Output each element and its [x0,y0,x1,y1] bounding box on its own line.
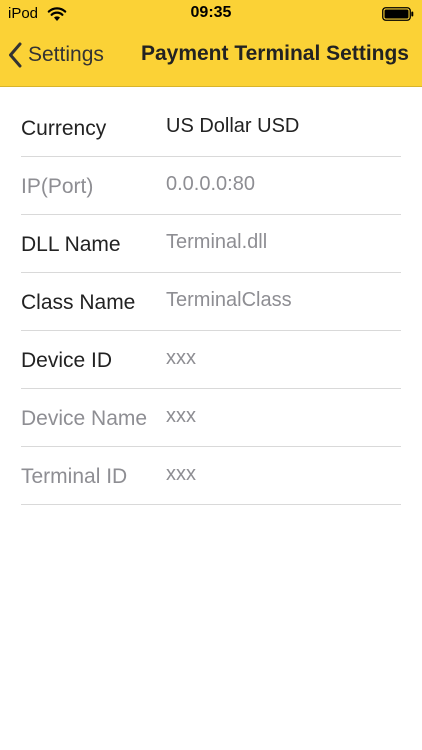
dll-name-field[interactable]: Terminal.dll [166,231,267,254]
screen: iPod 09:35 Settings Payment Terminal Set… [0,0,422,750]
row-currency[interactable]: Currency US Dollar USD [21,100,401,157]
page-title: Payment Terminal Settings [140,42,409,65]
class-name-label: Class Name [21,291,136,314]
row-device-name: Device Name xxx [21,390,401,447]
device-id-field[interactable]: xxx [166,347,196,370]
device-id-label: Device ID [21,349,113,372]
navigation-bar: Settings Payment Terminal Settings [0,32,422,78]
battery-full-icon [382,7,414,21]
row-dll-name: DLL Name Terminal.dll [21,216,401,273]
back-button[interactable]: Settings [8,40,104,70]
terminal-id-field: xxx [166,463,196,485]
row-device-id: Device ID xxx [21,332,401,389]
settings-form: Currency US Dollar USD IP(Port) 0.0.0.0:… [0,100,422,506]
top-bar: iPod 09:35 Settings Payment Terminal Set… [0,0,422,87]
device-name-label: Device Name [21,407,148,430]
device-name-field: xxx [166,405,196,427]
currency-label: Currency [21,117,107,140]
row-class-name: Class Name TerminalClass [21,274,401,331]
terminal-id-label: Terminal ID [21,465,128,488]
dll-name-label: DLL Name [21,233,121,256]
ip-port-label: IP(Port) [21,175,94,198]
currency-value[interactable]: US Dollar USD [166,115,299,138]
chevron-left-icon [9,42,22,68]
status-time: 09:35 [190,4,232,21]
row-terminal-id: Terminal ID xxx [21,448,401,505]
row-ip-port: IP(Port) 0.0.0.0:80 [21,158,401,215]
status-bar: iPod 09:35 [0,0,422,28]
class-name-field[interactable]: TerminalClass [166,289,292,312]
back-label: Settings [28,43,104,66]
ip-port-field: 0.0.0.0:80 [166,173,255,195]
